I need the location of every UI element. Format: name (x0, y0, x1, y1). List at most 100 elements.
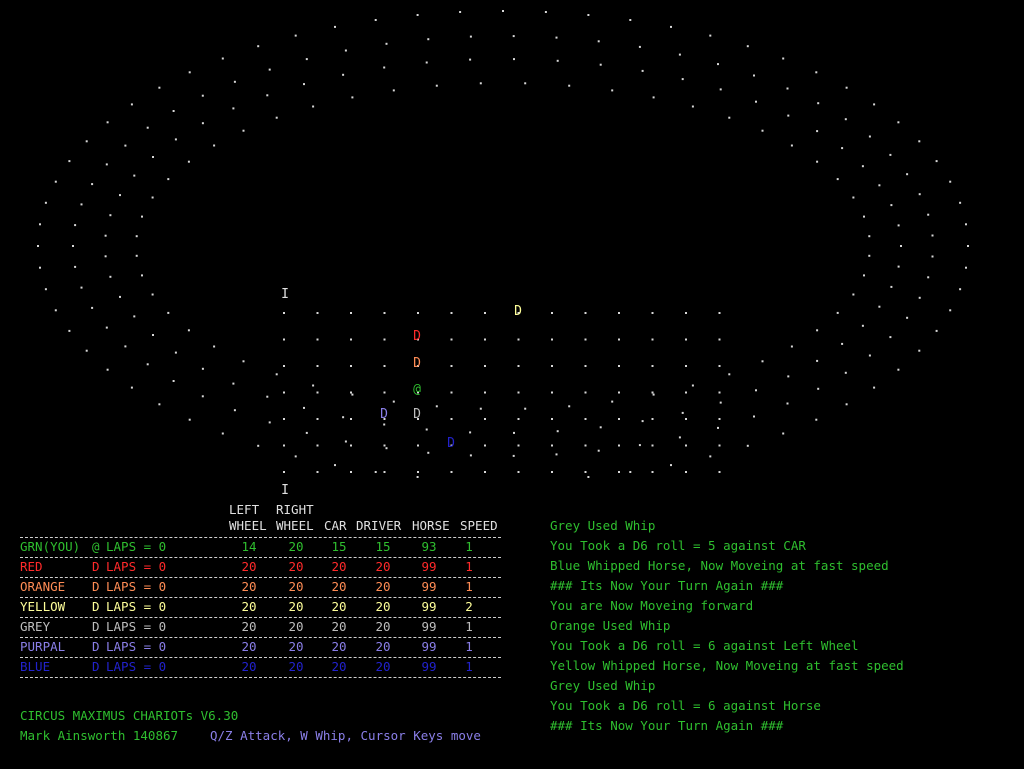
track-dot (651, 418, 654, 420)
track-dot (587, 476, 590, 478)
track-dot (316, 391, 319, 394)
track-dot (469, 454, 472, 457)
track-dot (141, 215, 143, 218)
track-dot (109, 214, 112, 217)
row-name: ORANGE (20, 579, 66, 594)
track-dot (761, 129, 764, 132)
track-dot (242, 360, 245, 363)
track-dot (709, 455, 712, 458)
track-dot (383, 423, 386, 426)
track-dot (213, 144, 216, 147)
track-dot (949, 309, 952, 312)
track-dot (119, 295, 121, 298)
track-dot (91, 306, 94, 309)
track-dot (167, 311, 170, 314)
track-dot (344, 440, 347, 443)
track-dot (85, 140, 88, 143)
track-dot (897, 368, 900, 371)
track-dot (351, 393, 354, 396)
track-dot (844, 118, 847, 121)
track-dot (584, 312, 587, 314)
track-dot (417, 444, 419, 447)
track-dot (283, 365, 285, 367)
track-dot (841, 342, 844, 345)
track-dot (517, 391, 520, 394)
track-dot (782, 57, 785, 60)
track-dot (651, 312, 654, 314)
track-dot (316, 471, 319, 473)
track-dot (935, 329, 938, 332)
track-dot (638, 45, 641, 48)
track-dot (135, 235, 138, 238)
track-dot (555, 36, 558, 39)
track-dot (651, 365, 654, 367)
track-dot (469, 35, 472, 38)
track-dot (517, 338, 520, 341)
track-dot (383, 312, 386, 314)
track-dot (709, 34, 712, 37)
track-dot (350, 444, 352, 447)
track-dot (755, 100, 757, 103)
row-horse: 93 (421, 539, 437, 554)
track-dot (351, 96, 354, 99)
track-dot (841, 147, 844, 150)
track-dot (275, 373, 278, 376)
track-dot (918, 193, 921, 196)
track-dot (906, 316, 909, 319)
track-dot (868, 135, 871, 138)
track-dot (425, 61, 428, 64)
track-dot (897, 265, 900, 268)
track-dot (385, 447, 388, 450)
track-dot (761, 360, 764, 363)
row-car: 15 (331, 539, 347, 554)
track-dot (599, 426, 602, 429)
row-glyph: D (92, 639, 100, 654)
track-dot (350, 391, 352, 394)
row-speed: 1 (465, 579, 473, 594)
track-dot (611, 89, 614, 92)
track-dot (897, 224, 900, 227)
track-dot (283, 471, 285, 473)
track-dot (104, 234, 107, 237)
track-dot (283, 391, 285, 394)
track-dot (283, 312, 285, 314)
track-dot (890, 285, 893, 288)
track-dot (275, 116, 278, 119)
track-dot (906, 173, 909, 176)
track-dot (383, 365, 386, 367)
log-line: Orange Used Whip (550, 618, 671, 633)
track-dot (927, 213, 930, 216)
track-dot (512, 35, 515, 38)
track-dot (787, 375, 790, 378)
row-right: 20 (288, 599, 304, 614)
track-dot (861, 165, 864, 168)
track-dot (681, 411, 684, 414)
row-horse: 99 (421, 599, 437, 614)
row-name: GREY (20, 619, 51, 634)
track-dot (109, 275, 112, 278)
track-dot (167, 178, 170, 181)
track-dot (618, 444, 620, 447)
track-dot (232, 382, 235, 385)
log-line: You Took a D6 roll = 5 against CAR (550, 538, 806, 553)
track-dot (74, 224, 77, 227)
track-dot (681, 78, 684, 81)
table-separator (20, 677, 501, 678)
table-row: PURPAL D LAPS = 0 20 20 20 20 99 1 (20, 637, 510, 657)
log-line: Yellow Whipped Horse, Now Moveing at fas… (550, 658, 904, 673)
track-dot (641, 420, 644, 423)
track-dot (316, 444, 319, 447)
track-dot (652, 96, 655, 99)
row-name: RED (20, 559, 43, 574)
row-car: 20 (331, 639, 347, 654)
track-dot (266, 395, 269, 398)
track-dot (39, 223, 41, 226)
track-dot (965, 223, 967, 226)
row-driver: 20 (375, 659, 391, 674)
track-dot (815, 418, 818, 421)
track-dot (863, 274, 865, 277)
table-row: GRN(YOU) @ LAPS = 0 14 20 15 15 93 1 (20, 537, 510, 557)
track-dot (512, 454, 515, 457)
track-dot (618, 418, 620, 420)
track-dot (685, 365, 687, 367)
